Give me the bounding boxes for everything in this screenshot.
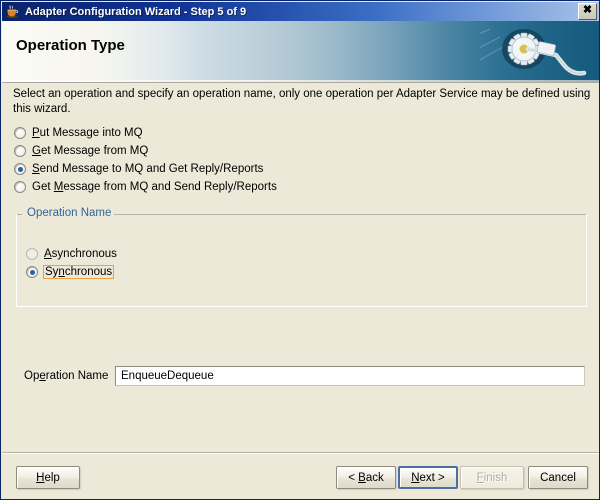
radio-label: Get Message from MQ (32, 145, 148, 157)
radio-asynchronous[interactable]: Asynchronous (26, 246, 117, 262)
mnemonic-char: N (411, 472, 419, 484)
radio-send-message-to-mq-and-get-reply-reports[interactable]: Send Message to MQ and Get Reply/Reports (14, 161, 263, 177)
radio-indicator-selected (14, 163, 26, 175)
gear-plug-icon (480, 21, 600, 80)
radio-label-focused: Synchronous (44, 266, 113, 278)
adapter-configuration-wizard-window: Adapter Configuration Wizard - Step 5 of… (0, 0, 600, 500)
radio-label: Put Message into MQ (32, 127, 143, 139)
finish-button: Finish (460, 466, 524, 489)
mnemonic-char: G (32, 145, 41, 157)
radio-indicator (14, 127, 26, 139)
button-label: < Back (348, 472, 384, 484)
mnemonic-char: B (358, 472, 366, 484)
radio-indicator (14, 181, 26, 193)
mnemonic-char: F (477, 472, 484, 484)
radio-get-message-from-mq-and-send-reply-reports[interactable]: Get Message from MQ and Send Reply/Repor… (14, 179, 277, 195)
radio-put-message-into-mq[interactable]: Put Message into MQ (14, 125, 143, 141)
back-button[interactable]: < Back (336, 466, 396, 489)
content-panel: Select an operation and specify an opera… (2, 83, 600, 453)
radio-label: Get Message from MQ and Send Reply/Repor… (32, 181, 277, 193)
mnemonic-char: P (32, 127, 40, 139)
wizard-banner: Operation Type (2, 21, 600, 80)
radio-get-message-from-mq[interactable]: Get Message from MQ (14, 143, 148, 159)
operation-name-value: EnqueueDequeue (121, 370, 214, 382)
operation-name-label: Operation Name (24, 370, 108, 382)
button-label: Next > (411, 472, 445, 484)
groupbox-title: Operation Name (24, 207, 114, 219)
close-icon: ✖ (579, 4, 596, 19)
radio-label: Asynchronous (44, 248, 117, 260)
button-bar: Help < Back Next > Finish Cancel (2, 453, 600, 500)
cancel-button[interactable]: Cancel (528, 466, 588, 489)
mnemonic-char: A (44, 248, 52, 260)
mnemonic-char: M (54, 181, 64, 193)
page-title: Operation Type (16, 37, 125, 54)
button-label: Cancel (540, 472, 576, 484)
next-button[interactable]: Next > (398, 466, 458, 489)
radio-indicator-selected (26, 266, 38, 278)
mnemonic-char: S (32, 163, 40, 175)
operation-name-input[interactable]: EnqueueDequeue (115, 366, 585, 386)
radio-indicator (14, 145, 26, 157)
radio-indicator-disabled (26, 248, 38, 260)
close-button[interactable]: ✖ (578, 3, 597, 20)
button-label: Help (36, 472, 60, 484)
title-bar: Adapter Configuration Wizard - Step 5 of… (2, 2, 600, 21)
radio-label: Send Message to MQ and Get Reply/Reports (32, 163, 263, 175)
button-label: Finish (477, 472, 508, 484)
radio-synchronous[interactable]: Synchronous (26, 264, 113, 280)
window-title: Adapter Configuration Wizard - Step 5 of… (25, 6, 246, 18)
instructions-text: Select an operation and specify an opera… (13, 87, 591, 117)
help-button[interactable]: Help (16, 466, 80, 489)
java-coffee-cup-icon (5, 4, 21, 20)
